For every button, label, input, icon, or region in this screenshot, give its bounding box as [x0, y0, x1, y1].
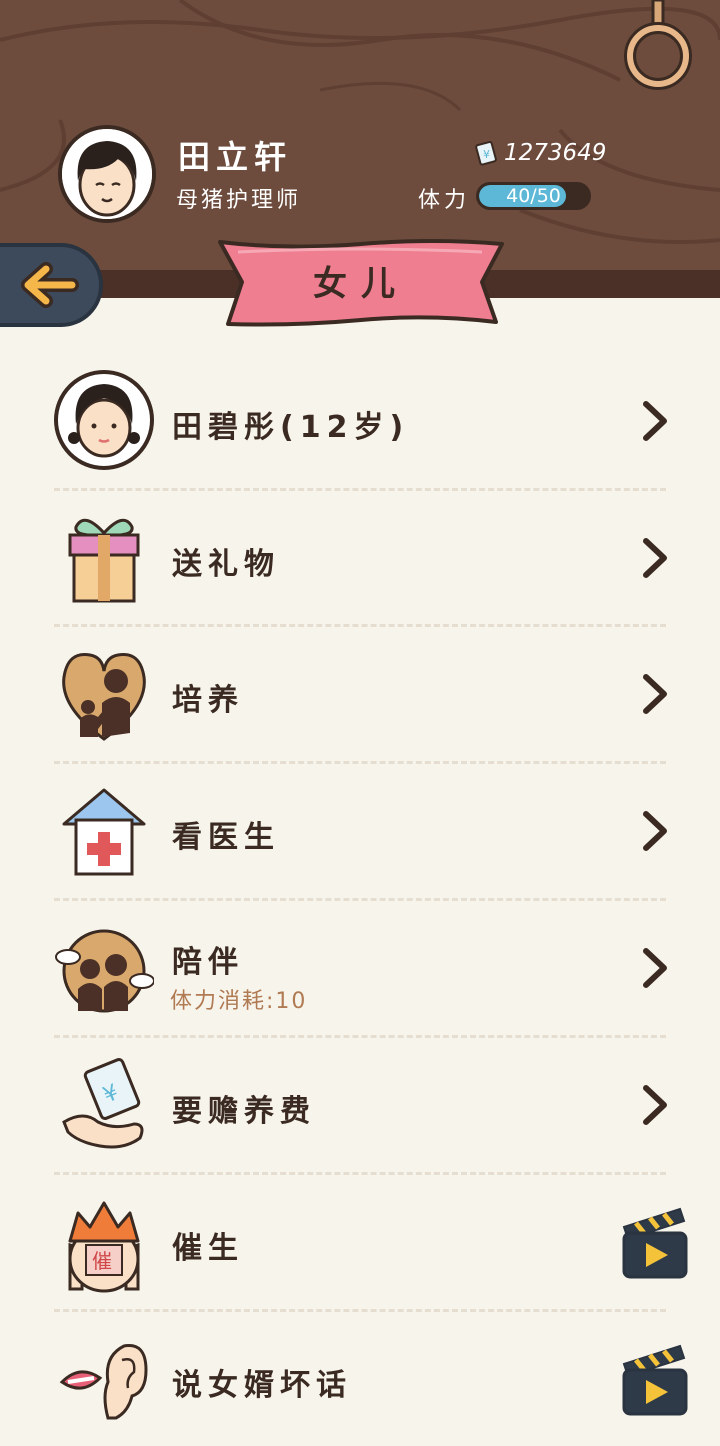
menu-item-nurture[interactable]: 培养	[0, 625, 720, 761]
menu-item-companion[interactable]: 陪伴 体力消耗:10	[0, 899, 720, 1035]
chevron-right-icon	[643, 538, 667, 578]
stamina-label: 体力	[418, 188, 471, 213]
watch-video-icon[interactable]	[622, 1344, 688, 1416]
menu-item-request-alimony[interactable]: ¥ 要赡养费	[0, 1036, 720, 1172]
menu-item-label: 看医生	[172, 820, 280, 855]
menu-item-label: 田碧彤(12岁)	[172, 410, 410, 445]
chevron-right-icon	[643, 1085, 667, 1125]
daughter-avatar-icon	[54, 370, 154, 470]
menu-item-label: 说女婿坏话	[172, 1368, 352, 1403]
companion-icon	[55, 929, 154, 1013]
chevron-right-icon	[643, 401, 667, 441]
user-name: 田立轩	[178, 138, 293, 176]
menu-item-urge-birth[interactable]: 催 催生	[0, 1173, 720, 1309]
heart-parent-child-icon	[62, 652, 146, 741]
stamina-cost: 体力消耗:10	[170, 989, 308, 1014]
svg-text:¥: ¥	[483, 148, 490, 161]
page-title: 女儿	[313, 264, 409, 304]
hanging-ring-icon[interactable]	[620, 0, 700, 100]
money-note-icon: ¥	[475, 140, 497, 166]
menu-item-see-doctor[interactable]: 看医生	[0, 762, 720, 898]
chevron-right-icon	[643, 674, 667, 714]
menu-item-send-gift[interactable]: 送礼物	[0, 489, 720, 625]
menu-item-label: 送礼物	[172, 547, 280, 582]
user-avatar[interactable]	[58, 125, 156, 223]
menu-item-label: 要赡养费	[172, 1094, 316, 1129]
gossip-ear-icon	[59, 1344, 148, 1420]
menu-item-label: 陪伴	[172, 945, 244, 980]
menu-item-label: 催生	[172, 1231, 244, 1266]
hospital-icon	[62, 788, 146, 876]
stamina-value: 40/50	[506, 185, 561, 207]
chevron-right-icon	[643, 811, 667, 851]
user-title: 母猪护理师	[176, 188, 302, 213]
money-hand-icon: ¥	[62, 1058, 144, 1149]
money-amount: 1273649	[504, 140, 607, 166]
stamina-bar: 40/50	[476, 182, 591, 210]
chevron-right-icon	[643, 948, 667, 988]
menu-item-daughter-profile[interactable]: 田碧彤(12岁)	[0, 352, 720, 488]
gift-box-icon	[68, 518, 140, 603]
back-button[interactable]	[0, 243, 103, 327]
menu-item-label: 培养	[172, 683, 244, 718]
watch-video-icon[interactable]	[622, 1207, 688, 1279]
arrow-left-icon	[21, 262, 79, 308]
svg-text:催: 催	[92, 1249, 112, 1273]
menu-item-badmouth-son-in-law[interactable]: 说女婿坏话	[0, 1310, 720, 1446]
user-face-icon	[62, 129, 152, 219]
urge-birth-icon: 催	[68, 1201, 140, 1293]
